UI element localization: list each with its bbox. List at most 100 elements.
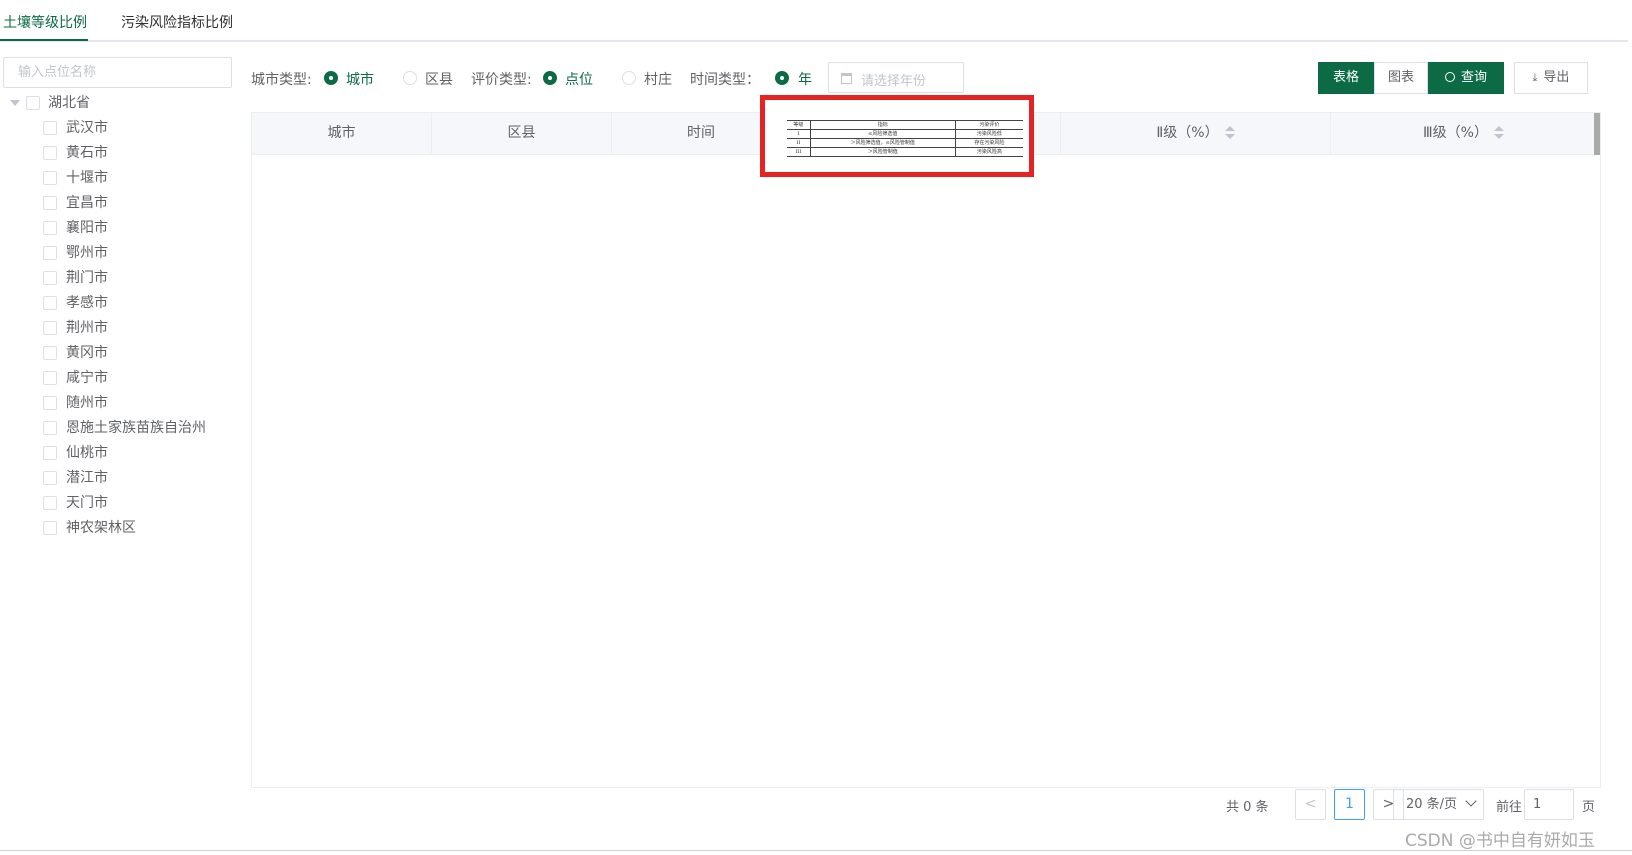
goto-page-input[interactable]: 1 [1524, 789, 1574, 820]
tree-node-root[interactable]: 湖北省 [0, 90, 236, 116]
tree-checkbox[interactable] [43, 371, 57, 385]
tree-checkbox[interactable] [43, 271, 57, 285]
radio-village[interactable] [622, 71, 636, 85]
table-cell: I [787, 129, 811, 139]
tree-checkbox[interactable] [43, 196, 57, 210]
tree-checkbox[interactable] [43, 121, 57, 135]
table-cell: III [787, 147, 811, 157]
export-button-label: 导出 [1543, 70, 1570, 85]
tree-node-label: 宜昌市 [66, 195, 108, 211]
tree-node-label: 鄂州市 [66, 245, 108, 261]
table-view-button[interactable]: 表格 [1318, 62, 1374, 94]
tree-node-label: 襄阳市 [66, 220, 108, 236]
radio-county[interactable] [403, 71, 417, 85]
tree-node-label: 荆州市 [66, 320, 108, 336]
radio-year[interactable] [775, 71, 789, 85]
tree-node-label: 孝感市 [66, 295, 108, 311]
tree-node-label: 咸宁市 [66, 370, 108, 386]
tree-node-label: 湖北省 [48, 95, 90, 111]
table-cell: 污染风险低 [954, 129, 1023, 139]
app-root: 土壤等级比例 污染风险指标比例 输入点位名称 湖北省 武汉市 黄石市 十堰市 宜… [0, 0, 1632, 855]
radio-point-label[interactable]: 点位 [565, 69, 593, 89]
tab-pollution-risk[interactable]: 污染风险指标比例 [121, 12, 233, 44]
tree-node[interactable]: 孝感市 [0, 291, 236, 316]
column-header-level-3[interactable]: Ⅲ级（%） [1331, 113, 1596, 154]
tree-checkbox[interactable] [43, 171, 57, 185]
tree-checkbox[interactable] [43, 321, 57, 335]
caret-down-icon[interactable] [10, 100, 20, 106]
table-row: 等级 指标 污染评价 [787, 120, 1023, 130]
tree-node[interactable]: 潜江市 [0, 466, 236, 491]
tree-checkbox[interactable] [26, 96, 40, 110]
tree-node[interactable]: 十堰市 [0, 166, 236, 191]
export-button[interactable]: ⤓ 导出 [1514, 62, 1588, 94]
table-cell: ＞风险筛选值，≤风险管制值 [809, 138, 956, 148]
calendar-icon [841, 73, 852, 84]
filter-bar: 城市类型: 城市 区县 评价类型: 点位 村庄 时间类型： 年 请选择年份 [251, 62, 971, 93]
column-header-level-2[interactable]: Ⅱ级（%） [1061, 113, 1331, 154]
chart-view-button[interactable]: 图表 [1374, 62, 1428, 94]
radio-city[interactable] [324, 71, 338, 85]
tree-node[interactable]: 黄冈市 [0, 341, 236, 366]
tree-checkbox[interactable] [43, 146, 57, 160]
tree-checkbox[interactable] [43, 221, 57, 235]
bottom-divider [0, 850, 1632, 851]
table-cell: 污染评价 [954, 120, 1023, 130]
tree-checkbox[interactable] [43, 471, 57, 485]
sort-icon[interactable] [1224, 126, 1235, 140]
column-header-level-3-label: Ⅲ级（%） [1423, 125, 1488, 141]
tree-node[interactable]: 仙桃市 [0, 441, 236, 466]
tree-checkbox[interactable] [43, 496, 57, 510]
tree-node[interactable]: 荆门市 [0, 266, 236, 291]
query-button[interactable]: 查询 [1428, 62, 1504, 94]
table-cell: II [787, 138, 811, 148]
radio-point[interactable] [543, 71, 557, 85]
page-number-button[interactable]: 1 [1334, 789, 1365, 820]
tree-checkbox[interactable] [43, 446, 57, 460]
tree-node-label: 恩施土家族苗族自治州 [66, 420, 206, 436]
tree-checkbox[interactable] [43, 246, 57, 260]
tree-node[interactable]: 武汉市 [0, 116, 236, 141]
radio-year-label[interactable]: 年 [798, 69, 812, 89]
query-button-label: 查询 [1460, 70, 1487, 85]
pagination: 共 0 条 < 1 > 20 条/页 前往 1 页 [1220, 789, 1600, 820]
tree-node[interactable]: 天门市 [0, 491, 236, 516]
table-scrollbar[interactable] [1594, 113, 1600, 155]
tree-node-label: 荆门市 [66, 270, 108, 286]
radio-village-label[interactable]: 村庄 [644, 69, 672, 89]
tree-node-label: 武汉市 [66, 120, 108, 136]
tree-node[interactable]: 襄阳市 [0, 216, 236, 241]
column-header-county[interactable]: 区县 [432, 113, 612, 154]
tree-node-label: 天门市 [66, 495, 108, 511]
tree-node[interactable]: 鄂州市 [0, 241, 236, 266]
tree-checkbox[interactable] [43, 521, 57, 535]
tree-node[interactable]: 咸宁市 [0, 366, 236, 391]
year-picker-placeholder: 请选择年份 [861, 74, 927, 89]
sort-icon[interactable] [1493, 126, 1504, 140]
tree-checkbox[interactable] [43, 346, 57, 360]
tree-node-label: 黄冈市 [66, 345, 108, 361]
tree-checkbox[interactable] [43, 296, 57, 310]
page-suffix-label: 页 [1582, 800, 1596, 815]
point-search-input[interactable]: 输入点位名称 [3, 57, 232, 88]
tree-node-label: 仙桃市 [66, 445, 108, 461]
prev-page-button[interactable]: < [1295, 789, 1326, 820]
radio-county-label[interactable]: 区县 [425, 69, 453, 89]
table-row: I ≤风险筛选值 污染风险低 [787, 129, 1023, 139]
tree-node[interactable]: 恩施土家族苗族自治州 [0, 416, 236, 441]
tree-node[interactable]: 神农架林区 [0, 516, 236, 541]
download-icon: ⤓ [1532, 71, 1538, 84]
tree-node[interactable]: 宜昌市 [0, 191, 236, 216]
radio-city-label[interactable]: 城市 [346, 69, 374, 89]
page-size-select[interactable]: 20 条/页 [1393, 789, 1484, 820]
tree-checkbox[interactable] [43, 396, 57, 410]
table-cell: 等级 [787, 120, 811, 130]
tree-node[interactable]: 荆州市 [0, 316, 236, 341]
year-picker[interactable]: 请选择年份 [828, 62, 964, 93]
tree-checkbox[interactable] [43, 421, 57, 435]
tree-node[interactable]: 随州市 [0, 391, 236, 416]
column-header-city[interactable]: 城市 [252, 113, 432, 154]
table-cell: ＞风险管制值 [809, 147, 956, 157]
highlight-annotation-box: 等级 指标 污染评价 I ≤风险筛选值 污染风险低 II ＞风险筛选值，≤风险管制值 存在污… [760, 95, 1034, 177]
tree-node[interactable]: 黄石市 [0, 141, 236, 166]
